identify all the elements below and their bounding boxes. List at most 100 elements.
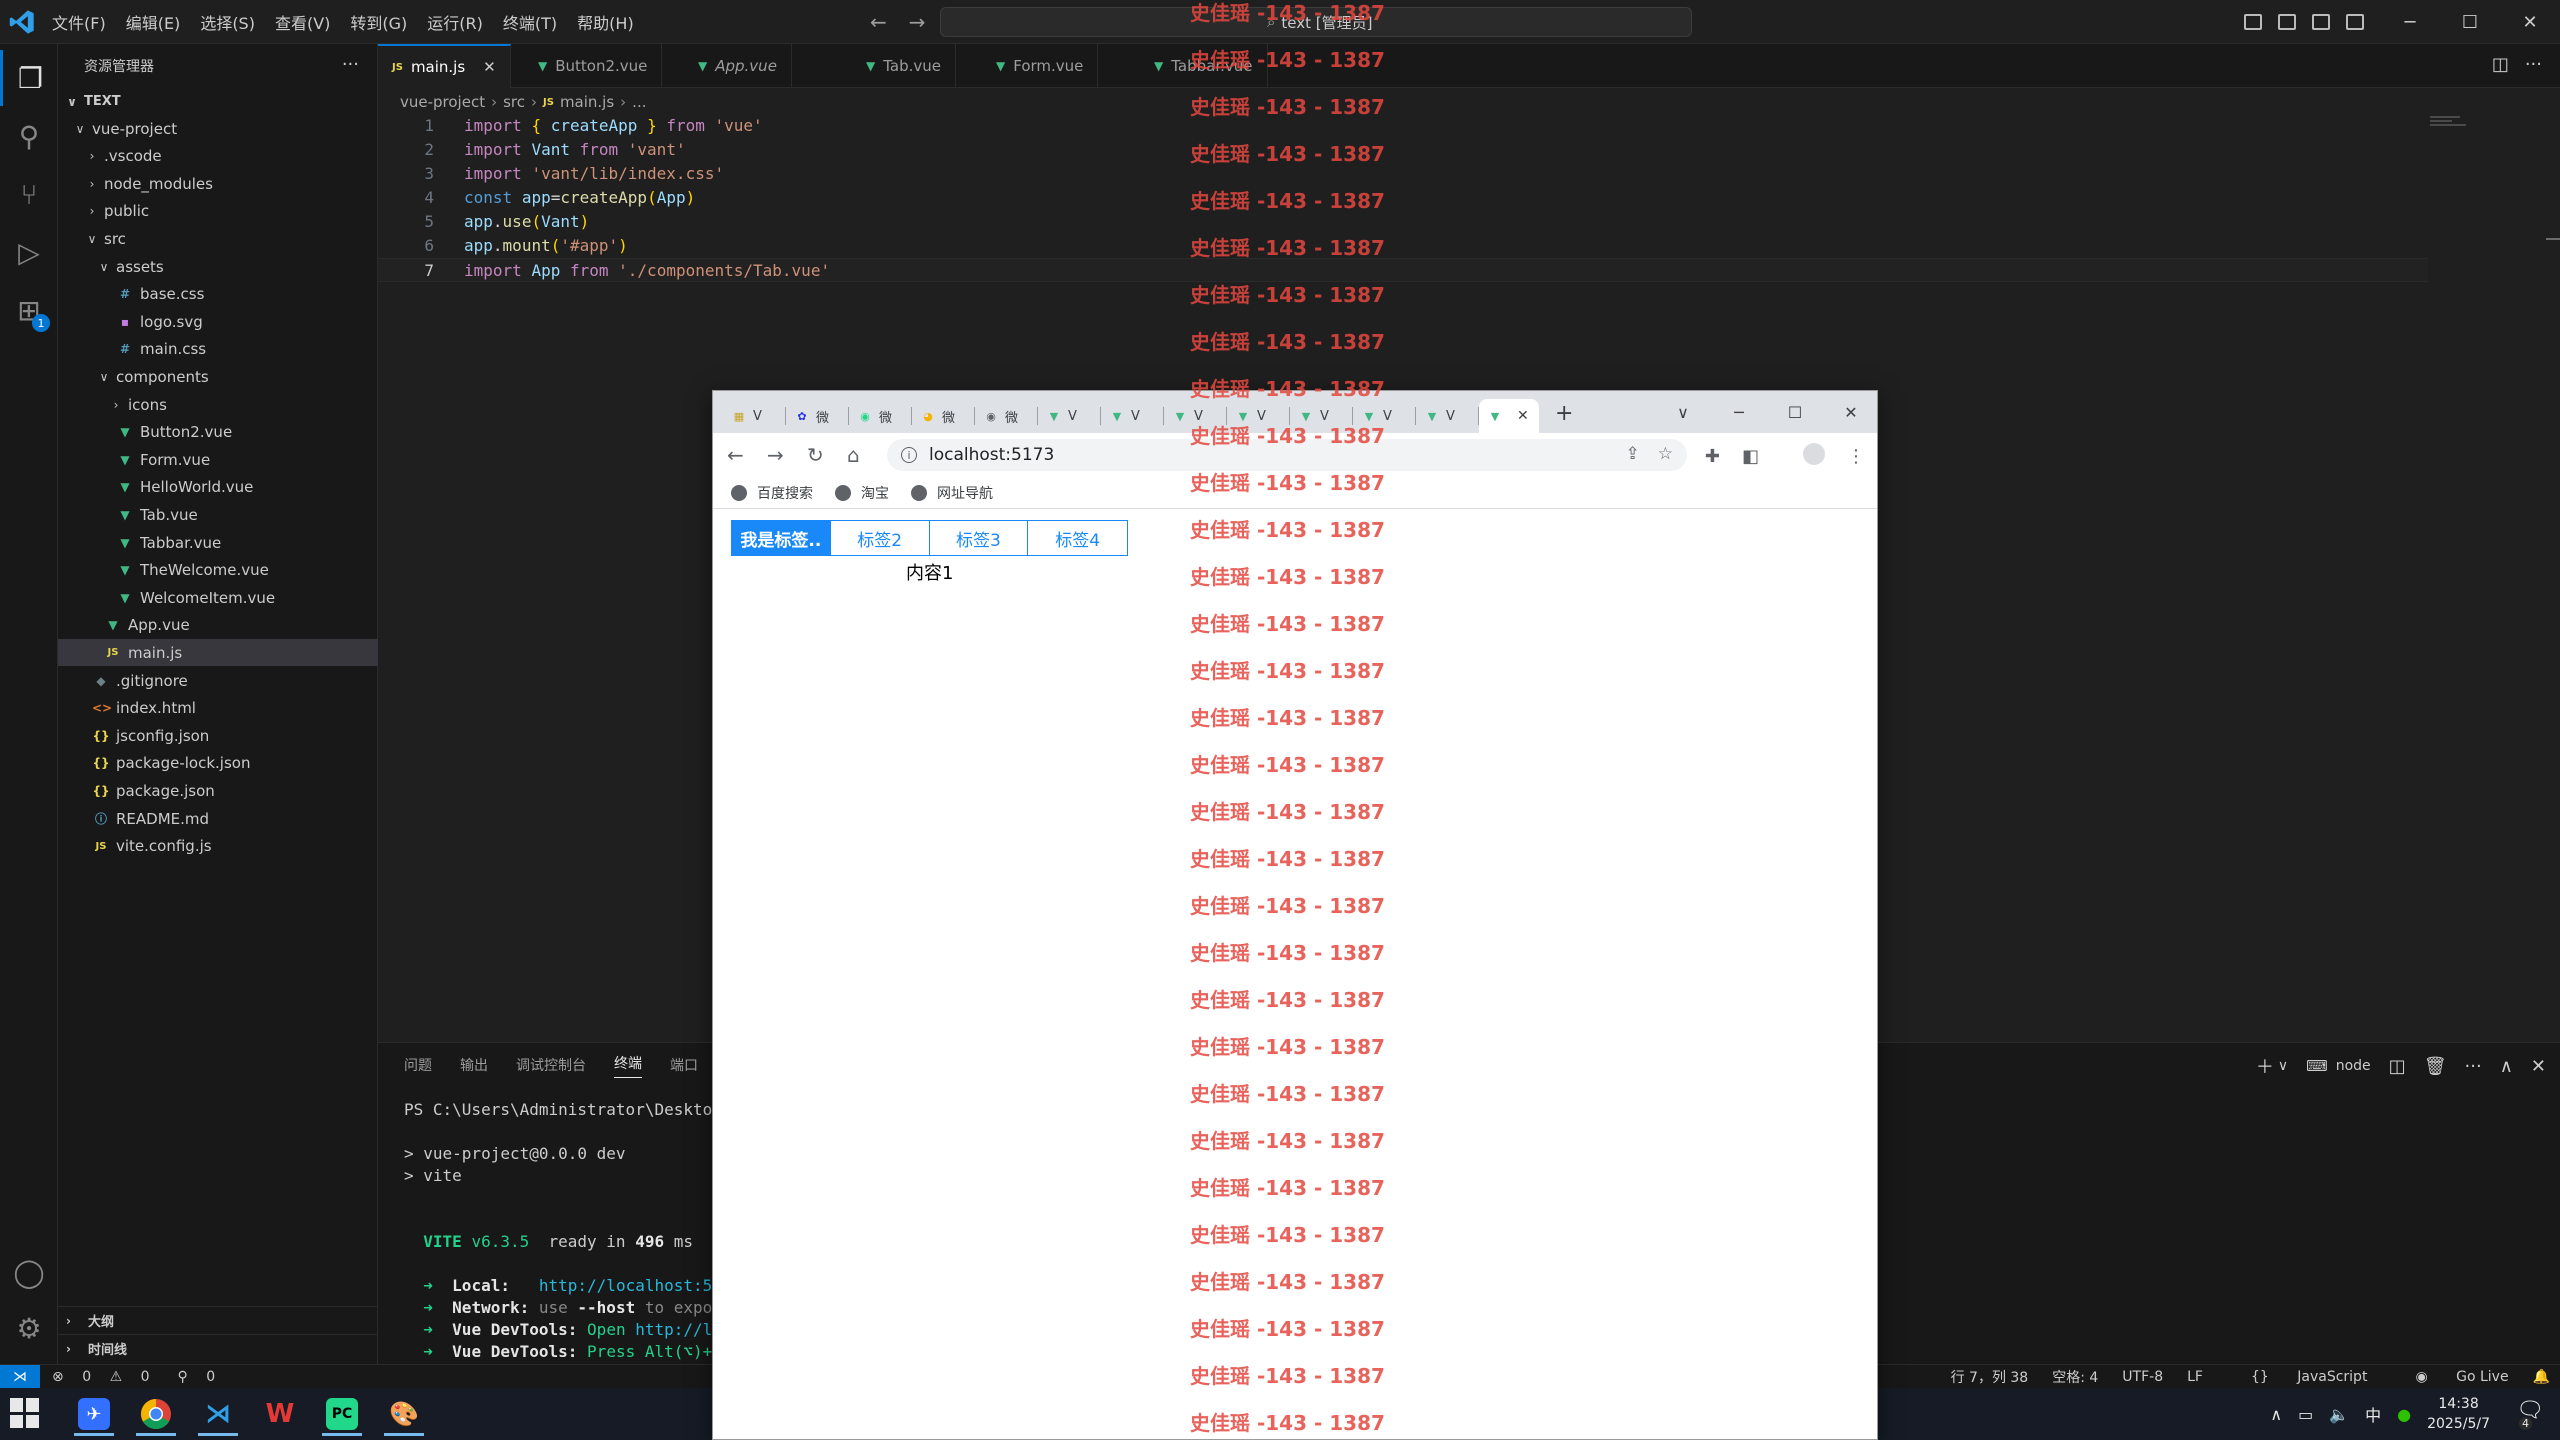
maximize-icon[interactable]: ☐ <box>2440 12 2500 33</box>
menu-help[interactable]: 帮助(H) <box>577 10 634 34</box>
panel-tab-debug-console[interactable]: 调试控制台 <box>516 1055 586 1075</box>
language-status[interactable]: {} JavaScript <box>2227 1369 2367 1385</box>
indentation-status[interactable]: 空格: 4 <box>2052 1367 2098 1387</box>
bookmark-star-icon[interactable]: ☆ <box>1658 444 1673 464</box>
browser-tab[interactable]: ▼ V <box>1290 399 1353 433</box>
breadcrumb-item[interactable]: vue-project <box>400 93 485 111</box>
browser-tab[interactable]: ◉ 微 <box>849 399 912 433</box>
tree-file[interactable]: ▼ Form.vue <box>58 446 378 473</box>
home-icon[interactable]: ⌂ <box>847 443 860 467</box>
editor-tab[interactable]: ▼ Tab.vue <box>852 44 957 88</box>
back-icon[interactable]: ← <box>727 443 744 467</box>
tray-expand-icon[interactable]: ∧ <box>2270 1405 2282 1424</box>
side-panel-icon[interactable]: ◧ <box>1742 446 1759 467</box>
source-control-icon[interactable]: ⑂ <box>0 166 58 222</box>
taskbar-clock[interactable]: 14:38 2025/5/7 <box>2427 1394 2490 1434</box>
more-actions-icon[interactable]: ··· <box>2465 1056 2482 1077</box>
panel-tab-output[interactable]: 输出 <box>460 1055 488 1075</box>
close-tab-icon[interactable]: ✕ <box>1517 408 1529 424</box>
editor-tab[interactable]: ▼ Button2.vue <box>524 44 663 88</box>
terminal-name[interactable]: node <box>2336 1058 2371 1074</box>
panel-tab-ports[interactable]: 端口 <box>670 1055 698 1075</box>
tree-file[interactable]: ⓘ README.md <box>58 805 378 832</box>
menu-edit[interactable]: 编辑(E) <box>126 10 181 34</box>
share-icon[interactable]: ⇪ <box>1626 444 1640 464</box>
profile-avatar[interactable] <box>1781 443 1825 470</box>
menu-go[interactable]: 转到(G) <box>350 10 407 34</box>
tree-folder[interactable]: ∨ src <box>58 225 378 252</box>
browser-tab[interactable]: ▼ V <box>1164 399 1227 433</box>
browser-tab[interactable]: ▼ V <box>1227 399 1290 433</box>
browser-tab[interactable]: ◕ 微 <box>912 399 975 433</box>
tree-file[interactable]: ▼ TheWelcome.vue <box>58 557 378 584</box>
browser-tab[interactable]: ✿ 微 <box>786 399 849 433</box>
panel-tab-problems[interactable]: 问题 <box>404 1055 432 1075</box>
forward-icon[interactable]: → <box>767 443 784 467</box>
browser-tab-active[interactable]: ▼ ✕ <box>1479 399 1539 433</box>
taskbar-paint-icon[interactable]: 🎨 <box>378 1392 430 1436</box>
maximize-icon[interactable]: ☐ <box>1767 403 1823 422</box>
network-icon[interactable]: ▭ <box>2298 1405 2313 1424</box>
run-debug-icon[interactable]: ▷ <box>0 224 58 280</box>
manage-gear-icon[interactable]: ⚙ <box>0 1300 58 1356</box>
tree-file[interactable]: ▼ Tabbar.vue <box>58 529 378 556</box>
menu-file[interactable]: 文件(F) <box>52 10 106 34</box>
maximize-panel-icon[interactable]: ∧ <box>2500 1056 2513 1077</box>
menu-run[interactable]: 运行(R) <box>427 10 483 34</box>
menu-terminal[interactable]: 终端(T) <box>503 10 557 34</box>
tree-file[interactable]: {} package-lock.json <box>58 750 378 777</box>
volume-icon[interactable]: 🔈 <box>2329 1405 2349 1424</box>
menu-selection[interactable]: 选择(S) <box>200 10 255 34</box>
taskbar-chrome-icon[interactable] <box>130 1392 182 1436</box>
tree-file[interactable]: ▼ Tab.vue <box>58 501 378 528</box>
browser-tab[interactable]: ◉ 微 <box>975 399 1038 433</box>
minimize-icon[interactable]: ─ <box>2380 12 2440 33</box>
tree-file[interactable]: ▪ logo.svg <box>58 308 378 335</box>
golive-status[interactable]: ◉ Go Live <box>2391 1369 2508 1385</box>
vant-tab-1[interactable]: 我是标签.. <box>732 521 831 555</box>
tree-file[interactable]: JS vite.config.js <box>58 833 378 860</box>
taskbar-pycharm-icon[interactable]: PC <box>316 1392 368 1436</box>
notifications-bell-icon[interactable]: 🔔 <box>2533 1369 2550 1385</box>
tree-file[interactable]: # base.css <box>58 281 378 308</box>
tree-file[interactable]: ▼ WelcomeItem.vue <box>58 584 378 611</box>
code-editor[interactable]: 1 import { createApp } from 'vue' 2 import… <box>378 114 2478 282</box>
eol-status[interactable]: LF <box>2187 1369 2203 1385</box>
browser-tab[interactable]: ▼ V <box>1416 399 1479 433</box>
kill-terminal-icon[interactable]: 🗑 <box>2424 1056 2447 1077</box>
tree-file[interactable]: <> index.html <box>58 695 378 722</box>
go-forward-icon[interactable]: → <box>909 10 926 34</box>
taskbar-vscode-icon[interactable]: ⋊ <box>192 1392 244 1436</box>
action-center-icon[interactable]: 🗨 4 <box>2516 1398 2548 1430</box>
command-center[interactable]: ⌕ text [管理员] <box>940 7 1692 37</box>
tree-file[interactable]: ▼ HelloWorld.vue <box>58 474 378 501</box>
more-actions-icon[interactable]: ··· <box>2525 54 2542 75</box>
browser-tab[interactable]: ▼ V <box>1038 399 1101 433</box>
tree-file[interactable]: # main.css <box>58 336 378 363</box>
browser-tab[interactable]: ▼ V <box>1101 399 1164 433</box>
tree-file[interactable]: ◆ .gitignore <box>58 667 378 694</box>
taskbar-wps-icon[interactable]: W <box>254 1392 306 1436</box>
tab-search-icon[interactable]: ∨ <box>1655 403 1711 422</box>
bookmark-item[interactable]: 百度搜索 <box>731 483 813 503</box>
tree-folder[interactable]: › node_modules <box>58 170 378 197</box>
vant-tab-2[interactable]: 标签2 <box>831 521 930 555</box>
problems-status[interactable]: ⊗ 0 ⚠ 0 <box>52 1369 164 1385</box>
toggle-panel-icon[interactable] <box>2278 14 2296 30</box>
outline-section[interactable]: › 大纲 <box>58 1306 378 1334</box>
timeline-section[interactable]: › 时间线 <box>58 1334 378 1362</box>
windows-start-icon[interactable] <box>10 1398 40 1428</box>
minimap[interactable] <box>2430 116 2470 130</box>
tree-file[interactable]: {} jsconfig.json <box>58 722 378 749</box>
encoding-status[interactable]: UTF-8 <box>2122 1369 2163 1385</box>
browser-tab[interactable]: ▦ V <box>723 399 786 433</box>
tree-file[interactable]: ▼ App.vue <box>58 612 378 639</box>
search-view-icon[interactable]: ⚲ <box>0 108 58 164</box>
tree-file[interactable]: JS main.js <box>58 639 378 667</box>
workspace-section[interactable]: ∨ TEXT <box>58 88 378 115</box>
split-editor-icon[interactable]: ◫ <box>2492 54 2509 75</box>
ime-indicator[interactable]: 中 <box>2365 1402 2381 1426</box>
cursor-position[interactable]: 行 7，列 38 <box>1951 1367 2029 1387</box>
more-actions-icon[interactable]: ··· <box>342 54 359 75</box>
site-info-icon[interactable]: i <box>901 447 917 463</box>
